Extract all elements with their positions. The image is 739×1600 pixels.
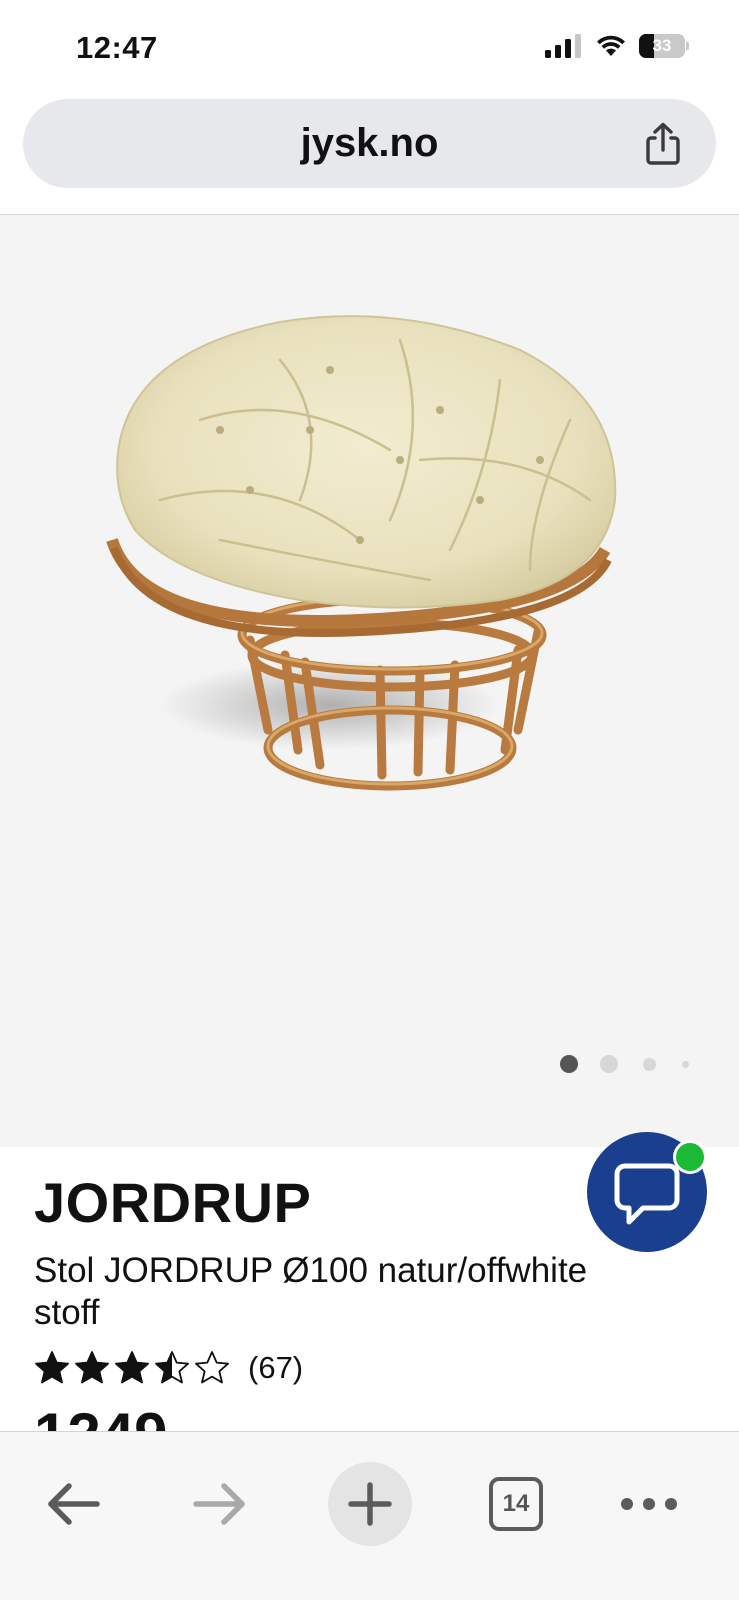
product-image[interactable]: [100, 310, 640, 830]
more-button[interactable]: [607, 1462, 691, 1546]
battery-indicator: 33: [639, 34, 689, 58]
url-text[interactable]: jysk.no: [23, 99, 716, 188]
star-icon: [115, 1351, 149, 1384]
rating-stars[interactable]: [34, 1350, 230, 1386]
gallery-pagination[interactable]: [540, 1055, 689, 1073]
share-icon[interactable]: [640, 121, 686, 167]
wifi-icon: [597, 35, 625, 56]
star-icon: [195, 1351, 229, 1384]
price-value: 1249: [34, 1405, 167, 1431]
more-dots-icon: [621, 1498, 677, 1510]
product-title: JORDRUP: [34, 1171, 312, 1234]
gallery-dot[interactable]: [682, 1060, 689, 1068]
cellular-signal-icon: [545, 34, 581, 58]
status-icons: 33: [545, 34, 689, 58]
product-rating[interactable]: (67): [34, 1350, 303, 1386]
arrow-right-icon: [193, 1483, 245, 1525]
browser-toolbar: 14: [0, 1431, 739, 1600]
gallery-dot[interactable]: [560, 1055, 578, 1073]
product-price: 1249: [34, 1405, 234, 1431]
star-icon: [75, 1351, 109, 1384]
forward-button[interactable]: [178, 1462, 262, 1546]
battery-percent: 33: [652, 36, 672, 55]
new-tab-button[interactable]: [328, 1462, 412, 1546]
status-bar: 12:47 33: [0, 0, 739, 96]
status-time: 12:47: [76, 30, 158, 65]
product-image-gallery[interactable]: [0, 215, 739, 1147]
arrow-left-icon: [48, 1483, 100, 1525]
star-icon: [35, 1351, 69, 1384]
product-subtitle: Stol JORDRUP Ø100 natur/offwhite stoff: [34, 1251, 588, 1332]
tab-count: 14: [502, 1490, 530, 1517]
tabs-icon: 14: [489, 1477, 543, 1531]
star-icon: [155, 1351, 189, 1384]
address-bar[interactable]: jysk.no: [23, 99, 716, 188]
gallery-dot[interactable]: [643, 1057, 656, 1071]
review-count[interactable]: (67): [248, 1350, 303, 1386]
plus-icon: [348, 1482, 392, 1526]
back-button[interactable]: [31, 1462, 115, 1546]
chat-online-indicator: [673, 1140, 707, 1174]
gallery-dot[interactable]: [600, 1055, 618, 1073]
tabs-button[interactable]: 14: [474, 1462, 558, 1546]
